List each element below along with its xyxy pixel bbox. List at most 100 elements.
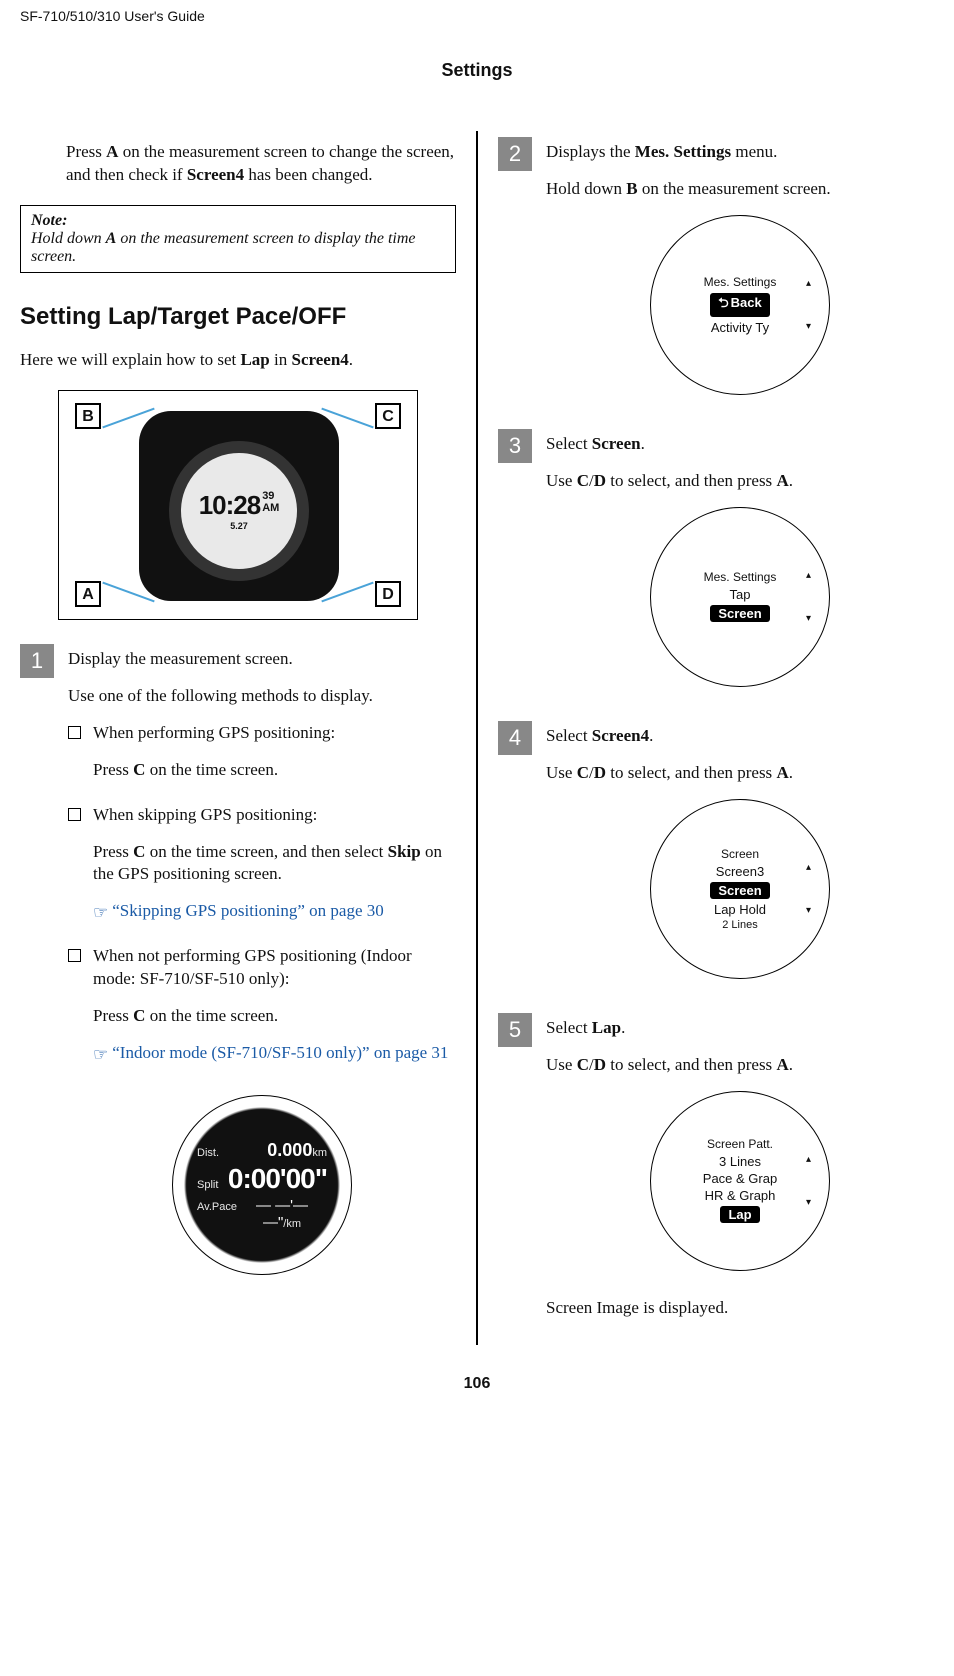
pointer-icon: ☞ — [93, 1044, 108, 1067]
label-d: D — [375, 581, 401, 607]
page: SF-710/510/310 User's Guide Settings Pre… — [0, 0, 954, 1453]
dark-screen-content: Dist. 0.000km Split 0:00'00" Av.Pace — —… — [197, 1138, 327, 1233]
step-desc: Use C/D to select, and then press A. — [546, 762, 934, 785]
screen-row: Back — [675, 291, 805, 319]
screen-selected-item: Lap — [720, 1206, 759, 1223]
step-1: 1 Display the measurement screen. Use on… — [20, 648, 456, 1301]
header-line: SF-710/510/310 User's Guide — [20, 0, 934, 28]
step-title: Select Screen. — [546, 433, 934, 456]
list-item-body: When performing GPS positioning: Press C … — [93, 722, 456, 798]
step-desc: Use C/D to select, and then press A. — [546, 470, 934, 493]
watch-screen-figure: ScreenScreen3ScreenLap Hold2 Lines▴▾ — [650, 799, 830, 979]
step: 2Displays the Mes. Settings menu.Hold do… — [498, 141, 934, 421]
step: 4Select Screen4.Use C/D to select, and t… — [498, 725, 934, 1005]
split-label: Split — [197, 1179, 218, 1191]
label-c: C — [375, 403, 401, 429]
dist-val: 0.000 — [267, 1140, 312, 1160]
screen-top-title: Mes. Settings — [675, 274, 805, 291]
note-body: Hold down A on the measurement screen to… — [31, 230, 445, 266]
step-title: Select Screen4. — [546, 725, 934, 748]
step-desc: Use C/D to select, and then press A. — [546, 1054, 934, 1077]
watch-time: 10:28 — [199, 490, 261, 521]
step-body: Displays the Mes. Settings menu. Hold dow… — [546, 141, 934, 421]
avpace-label: Av.Pace — [197, 1201, 237, 1213]
triangle-up-icon: ▴ — [806, 278, 811, 289]
explain-text: Here we will explain how to set Lap in S… — [20, 349, 456, 372]
step-title: Select Lap. — [546, 1017, 934, 1040]
triangle-up-icon: ▴ — [806, 1154, 811, 1165]
list-item-head: When performing GPS positioning: — [93, 722, 456, 745]
cross-reference-link[interactable]: ☞“Skipping GPS positioning” on page 30 — [93, 900, 456, 923]
triangle-down-icon: ▾ — [806, 321, 811, 332]
subheading: Setting Lap/Target Pace/OFF — [20, 303, 456, 331]
pointer-icon: ☞ — [93, 902, 108, 925]
page-number: 106 — [20, 1375, 934, 1393]
watch-face: 10:28 39 AM 5.27 — [169, 441, 309, 581]
screen-bottom-label: 2 Lines — [675, 918, 805, 932]
two-column-layout: Press A on the measurement screen to cha… — [20, 141, 934, 1345]
list-item-head: When not performing GPS positioning (Ind… — [93, 945, 456, 991]
triangle-down-icon: ▾ — [806, 613, 811, 624]
nested-list: When performing GPS positioning: Press C … — [68, 722, 456, 1081]
screen-row: Screen — [675, 603, 805, 624]
list-item-text: Press C on the time screen. — [93, 759, 456, 782]
step-title: Displays the Mes. Settings menu. — [546, 141, 934, 164]
list-item-body: When skipping GPS positioning: Press C on… — [93, 804, 456, 940]
dist-unit: km — [312, 1147, 327, 1159]
step-number: 2 — [498, 137, 532, 171]
watch-screen-figure: Mes. SettingsTapScreen▴▾ — [650, 507, 830, 687]
step-number: 3 — [498, 429, 532, 463]
triangle-down-icon: ▾ — [806, 1197, 811, 1208]
screen-top-title: Screen — [675, 846, 805, 863]
list-item-body: When not performing GPS positioning (Ind… — [93, 945, 456, 1081]
screen-row: Lap Hold — [675, 901, 805, 918]
left-column: Press A on the measurement screen to cha… — [20, 141, 476, 1345]
list-item-text: Press C on the time screen, and then sel… — [93, 841, 456, 887]
screen-row: 3 Lines — [675, 1153, 805, 1170]
list-item-text: Press C on the time screen. — [93, 1005, 456, 1028]
screen-top-title: Mes. Settings — [675, 569, 805, 586]
triangle-up-icon: ▴ — [806, 862, 811, 873]
section-title: Settings — [20, 60, 934, 81]
step-number: 5 — [498, 1013, 532, 1047]
screen-row: Screen — [675, 880, 805, 901]
screen-top-title: Screen Patt. — [675, 1136, 805, 1153]
dark-watch-screen: Dist. 0.000km Split 0:00'00" Av.Pace — —… — [172, 1095, 352, 1275]
list-item-inner: Press C on the time screen. ☞“Indoor mode… — [93, 1005, 456, 1065]
triangle-down-icon: ▾ — [806, 905, 811, 916]
watch-screen-content: ScreenScreen3ScreenLap Hold2 Lines — [675, 846, 805, 932]
step-body: Display the measurement screen. Use one … — [68, 648, 456, 1301]
step: 3Select Screen.Use C/D to select, and th… — [498, 433, 934, 713]
screen-selected-item: Back — [710, 293, 770, 317]
intro-paragraph: Press A on the measurement screen to cha… — [66, 141, 456, 187]
step-desc: Hold down B on the measurement screen. — [546, 178, 934, 201]
list-item: When skipping GPS positioning: Press C on… — [68, 804, 456, 940]
list-item: When not performing GPS positioning (Ind… — [68, 945, 456, 1081]
step-number: 1 — [20, 644, 54, 678]
screen-row: Pace & Grap — [675, 1170, 805, 1187]
step-desc: Use one of the following methods to disp… — [68, 685, 456, 708]
square-bullet-icon — [68, 949, 81, 962]
step-number: 4 — [498, 721, 532, 755]
watch-screen-content: Mes. SettingsBackActivity Ty — [675, 274, 805, 336]
step-title: Display the measurement screen. — [68, 648, 456, 671]
watch-screen-figure: Screen Patt.3 LinesPace & GrapHR & Graph… — [650, 1091, 830, 1271]
watch-ampm: AM — [262, 502, 279, 514]
cross-reference-link[interactable]: ☞“Indoor mode (SF-710/SF-510 only)” on p… — [93, 1042, 456, 1065]
screen-row: Screen3 — [675, 863, 805, 880]
watch-figure: 10:28 39 AM 5.27 A B C D — [58, 390, 418, 620]
screen-selected-item: Screen — [710, 882, 769, 899]
watch-screen-content: Screen Patt.3 LinesPace & GrapHR & Graph… — [675, 1136, 805, 1225]
right-column: 2Displays the Mes. Settings menu.Hold do… — [478, 141, 934, 1345]
square-bullet-icon — [68, 726, 81, 739]
step-body: Select Lap. Use C/D to select, and then p… — [546, 1017, 934, 1334]
list-item: When performing GPS positioning: Press C … — [68, 722, 456, 798]
watch-screen-figure: Mes. SettingsBackActivity Ty▴▾ — [650, 215, 830, 395]
dist-label: Dist. — [197, 1147, 219, 1159]
watch-screen-content: Mes. SettingsTapScreen — [675, 569, 805, 624]
step-body: Select Screen4. Use C/D to select, and th… — [546, 725, 934, 1005]
screen-row: Tap — [675, 586, 805, 603]
list-item-head: When skipping GPS positioning: — [93, 804, 456, 827]
step: 5Select Lap.Use C/D to select, and then … — [498, 1017, 934, 1334]
screen-row: Lap — [675, 1204, 805, 1225]
